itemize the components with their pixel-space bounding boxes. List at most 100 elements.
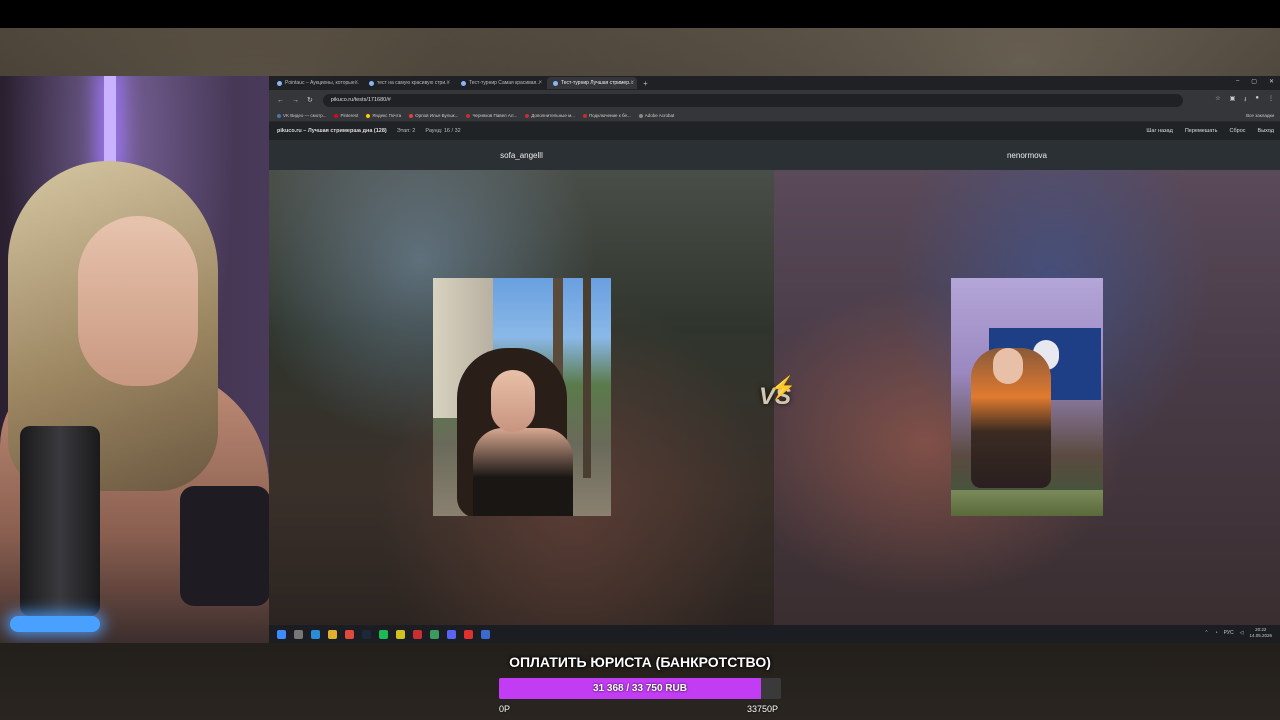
app-icon[interactable] bbox=[481, 629, 490, 639]
close-window-button[interactable]: ✕ bbox=[1269, 78, 1274, 85]
bookmark-item[interactable]: VK Видео — смотр... bbox=[277, 113, 326, 118]
photo-floor bbox=[951, 490, 1103, 516]
spotify-icon[interactable] bbox=[379, 629, 388, 639]
volume-icon[interactable]: ◁ bbox=[1240, 630, 1244, 636]
shuffle-button[interactable]: Перемешать bbox=[1185, 128, 1218, 134]
top-letterbox bbox=[0, 0, 1280, 28]
bookmark-item[interactable]: Adobe Acrobat bbox=[638, 113, 675, 118]
system-tray: ⌃ ◔ РУС ◁ 20:22 14.05.2026 bbox=[1204, 627, 1272, 639]
site-actions: Шаг назад Перемешать Сброс Выход bbox=[1146, 128, 1274, 134]
bookmark-item[interactable]: Дополнительные м... bbox=[525, 113, 575, 118]
clock[interactable]: 20:22 14.05.2026 bbox=[1249, 627, 1272, 639]
close-icon[interactable]: × bbox=[630, 80, 634, 86]
bookmark-label: Орлов Илья Бульж... bbox=[415, 113, 459, 118]
webcam-feed bbox=[0, 76, 269, 643]
all-bookmarks-button[interactable]: Все закладки bbox=[1246, 113, 1274, 118]
contestant-left-photo[interactable] bbox=[433, 278, 611, 516]
bookmark-item[interactable]: Подключение к бе... bbox=[582, 113, 631, 118]
tab-favicon-icon bbox=[277, 80, 282, 86]
exit-button[interactable]: Выход bbox=[1258, 128, 1274, 134]
bookmark-item[interactable]: Орлов Илья Бульж... bbox=[409, 113, 458, 118]
bookmark-label: Pinterest bbox=[340, 113, 359, 118]
tab-favicon-icon bbox=[461, 80, 466, 86]
photo-palm-trunk bbox=[583, 278, 591, 478]
bookmark-favicon-icon bbox=[366, 113, 371, 118]
back-icon[interactable]: ← bbox=[277, 97, 284, 104]
bookmark-star-icon[interactable]: ☆ bbox=[1215, 95, 1220, 105]
steam-icon[interactable] bbox=[362, 629, 371, 639]
lightning-icon: ⚡ bbox=[769, 375, 797, 400]
bookmark-favicon-icon bbox=[334, 113, 339, 118]
clock-date: 14.05.2026 bbox=[1249, 633, 1272, 638]
stage-label: Этап: 2 bbox=[396, 128, 416, 134]
contestant-left-name: sofa_angelll bbox=[500, 150, 543, 160]
bookmarks-bar: VK Видео — смотр... Pinterest Яндекс Поч… bbox=[269, 110, 1280, 122]
browser-tab[interactable]: тест на самую красивую стри... × bbox=[363, 77, 453, 89]
minimize-button[interactable]: – bbox=[1236, 78, 1239, 85]
tab-label: Pointauc – Аукционы, которые... bbox=[285, 80, 359, 86]
bookmark-item[interactable]: Pinterest bbox=[334, 113, 358, 118]
site-header: pikuco.ru – Лучшая стримерша дна (128) Э… bbox=[269, 122, 1280, 140]
page-title: pikuco.ru – Лучшая стримерша дна (128) bbox=[277, 128, 387, 134]
photo-body bbox=[473, 428, 573, 516]
download-icon[interactable]: ⭳ bbox=[1244, 95, 1246, 105]
reload-icon[interactable]: ↻ bbox=[307, 96, 313, 104]
close-icon[interactable]: × bbox=[446, 80, 450, 86]
bookmark-favicon-icon bbox=[277, 113, 281, 118]
folder-icon[interactable] bbox=[328, 629, 337, 639]
microphone-light bbox=[10, 616, 100, 632]
menu-icon[interactable]: ⋮ bbox=[1268, 95, 1274, 105]
bookmark-item[interactable]: Черняков Павел Ал... bbox=[466, 113, 517, 118]
reset-button[interactable]: Сброс bbox=[1230, 128, 1246, 134]
donation-goal-min: 0Р bbox=[499, 704, 511, 714]
bookmark-favicon-icon bbox=[525, 113, 530, 118]
browser-tab[interactable]: Тест-турнир Самая красивая... × bbox=[455, 77, 545, 89]
edge-icon[interactable] bbox=[311, 629, 320, 639]
extensions-icon[interactable]: ▣ bbox=[1230, 95, 1236, 105]
close-icon[interactable]: × bbox=[354, 80, 358, 86]
close-icon[interactable]: × bbox=[538, 80, 542, 86]
bookmark-item[interactable]: Яндекс Почта bbox=[366, 113, 401, 118]
chevron-up-icon[interactable]: ⌃ bbox=[1204, 630, 1208, 636]
donation-goal-bar: 31 368 / 33 750 RUB bbox=[499, 678, 781, 699]
contestant-right-photo[interactable] bbox=[951, 278, 1103, 516]
bookmark-label: Adobe Acrobat bbox=[644, 113, 675, 118]
yandex-icon[interactable] bbox=[464, 629, 473, 639]
bookmark-favicon-icon bbox=[409, 113, 414, 118]
profile-avatar[interactable]: ● bbox=[1255, 95, 1259, 105]
address-bar-row: ← → ↻ pikuco.ru/tests/171680/# ☆ ▣ ⭳ ● ⋮ bbox=[269, 90, 1280, 110]
discord-icon[interactable] bbox=[447, 629, 456, 639]
bookmark-label: Яндекс Почта bbox=[372, 113, 402, 118]
url-input[interactable]: pikuco.ru/tests/171680/# bbox=[322, 93, 1183, 107]
bookmark-label: Черняков Павел Ал... bbox=[472, 113, 518, 118]
forward-icon[interactable]: → bbox=[292, 97, 299, 104]
new-tab-button[interactable]: + bbox=[643, 79, 648, 88]
network-icon[interactable]: ◔ bbox=[1215, 630, 1218, 636]
browser-tab[interactable]: Pointauc – Аукционы, которые... × bbox=[271, 77, 361, 89]
app-icon[interactable] bbox=[430, 629, 439, 639]
contestant-right-name: nenormova bbox=[1006, 150, 1048, 160]
lang-indicator[interactable]: РУС bbox=[1224, 630, 1234, 636]
bookmark-label: VK Видео — смотр... bbox=[283, 113, 327, 118]
tab-favicon-icon bbox=[369, 80, 374, 86]
contestant-names: sofa_angelll nenormova bbox=[269, 140, 1280, 170]
tab-bar: Pointauc – Аукционы, которые... × тест на… bbox=[269, 76, 1280, 90]
maximize-button[interactable]: ▢ bbox=[1251, 78, 1257, 85]
bookmark-label: Подключение к бе... bbox=[588, 113, 631, 118]
browser-window: Pointauc – Аукционы, которые... × тест на… bbox=[269, 76, 1280, 643]
webcam-neon-light bbox=[104, 76, 116, 166]
tab-label: Тест-турнир Лучшая стример... bbox=[561, 80, 634, 86]
app-icon[interactable] bbox=[413, 629, 422, 639]
donation-goal-title: ОПЛАТИТЬ ЮРИСТА (БАНКРОТСТВО) bbox=[509, 654, 771, 670]
start-icon[interactable] bbox=[277, 629, 286, 639]
webcam-streamer-face bbox=[78, 216, 198, 386]
photo-face bbox=[993, 348, 1023, 384]
task-view-icon[interactable] bbox=[294, 629, 303, 639]
browser-tab-active[interactable]: Тест-турнир Лучшая стример... × bbox=[547, 77, 637, 89]
bookmark-favicon-icon bbox=[638, 113, 643, 118]
duel-area: VS ⚡ bbox=[269, 170, 1280, 625]
step-back-button[interactable]: Шаг назад bbox=[1146, 128, 1172, 134]
chrome-icon[interactable] bbox=[345, 629, 354, 639]
tab-label: Тест-турнир Самая красивая... bbox=[469, 80, 541, 86]
app-icon[interactable] bbox=[396, 629, 405, 639]
